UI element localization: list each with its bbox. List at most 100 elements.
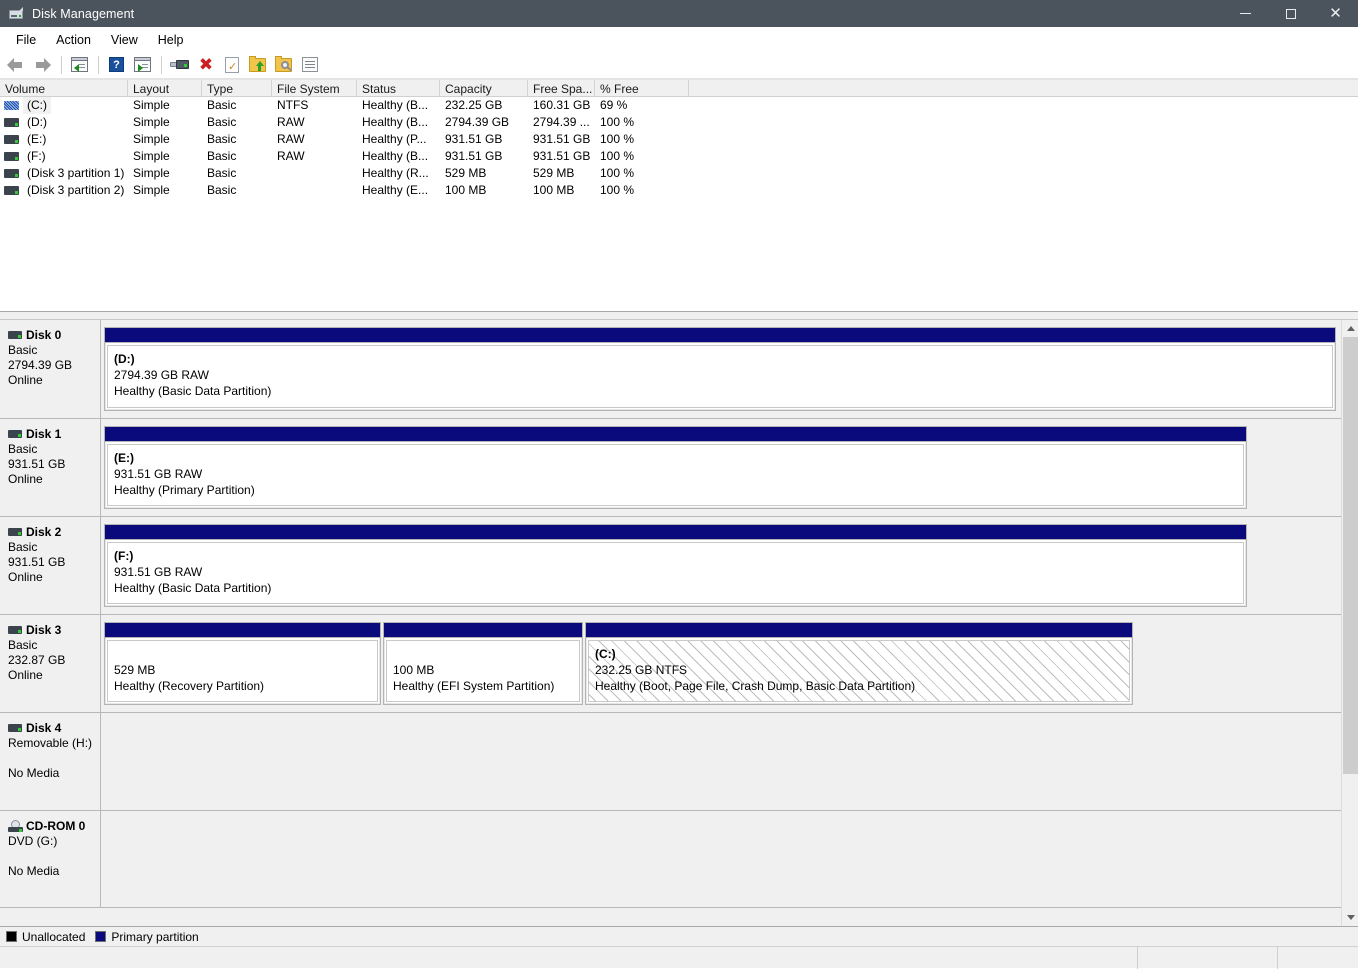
scrollbar-thumb[interactable] [1343,337,1358,774]
caret-up-icon [1346,326,1355,331]
back-button[interactable] [6,54,28,76]
disk-info-disk-0[interactable]: Disk 0 Basic 2794.39 GB Online [0,320,101,418]
disk-info-disk-2[interactable]: Disk 2 Basic 931.51 GB Online [0,517,101,614]
maximize-button[interactable] [1268,0,1313,27]
disk-type-label: Removable (H:) [8,736,93,750]
graphical-view-content: Disk 0 Basic 2794.39 GB Online (D:) 2794.39 G… [0,320,1341,926]
layout-cell: Simple [133,115,170,129]
disk-row[interactable]: CD-ROM 0 DVD (G:) No Media [0,811,1341,908]
disk-row[interactable]: Disk 0 Basic 2794.39 GB Online (D:) 2794.39 G… [0,320,1341,419]
column-header-percent-free[interactable]: % Free [595,80,689,96]
menu-item-help[interactable]: Help [148,30,194,50]
properties-button[interactable]: ✓ [221,54,243,76]
minimize-button[interactable] [1223,0,1268,27]
disk-partitions: (E:) 931.51 GB RAW Healthy (Primary Partit… [101,419,1341,516]
file-system-cell: RAW [277,132,305,146]
column-header-capacity[interactable]: Capacity [440,80,528,96]
disk-title: Disk 3 [8,623,100,637]
disk-state-label: Online [8,373,43,387]
menu-item-file[interactable]: File [6,30,46,50]
delete-button[interactable]: ✖ [195,54,217,76]
disk-row[interactable]: Disk 2 Basic 931.51 GB Online (F:) 931.51 GB … [0,517,1341,615]
layout-cell: Simple [133,98,170,112]
partition-block[interactable]: (F:) 931.51 GB RAW Healthy (Basic Data Par… [104,524,1247,607]
partition-block[interactable]: (C:) 232.25 GB NTFS Healthy (Boot, Page Fi… [585,622,1133,705]
disk-row[interactable]: Disk 4 Removable (H:) No Media [0,713,1341,811]
partition-status: Healthy (Basic Data Partition) [114,384,272,398]
window-title: Disk Management [32,6,135,21]
window-controls: ✕ [1223,0,1358,27]
partition-size: 2794.39 GB RAW [114,368,209,382]
column-header-volume[interactable]: Volume [0,80,128,96]
disk-icon [8,331,22,339]
table-row[interactable]: (F:) Simple Basic RAW Healthy (B... 931.51 GB… [0,148,1358,165]
rescan-disks-button[interactable] [169,54,191,76]
disk-info-disk-3[interactable]: Disk 3 Basic 232.87 GB Online [0,615,101,712]
disk-management-icon [9,6,25,22]
pane-splitter[interactable] [0,311,1358,320]
table-row[interactable]: (Disk 3 partition 1) Simple Basic Healthy (… [0,165,1358,182]
graphical-view-scrollbar[interactable] [1341,320,1358,926]
disk-info-disk-1[interactable]: Disk 1 Basic 931.51 GB Online [0,419,101,516]
close-button[interactable]: ✕ [1313,0,1358,27]
disk-type-label: Basic [8,540,38,554]
partition-name [393,646,579,662]
show-list-view-button[interactable] [299,54,321,76]
find-button[interactable] [273,54,295,76]
disk-state-label: Online [8,570,43,584]
disk-name-label: Disk 0 [26,328,62,342]
find-icon [275,56,293,72]
volume-icon [4,118,19,127]
capacity-cell: 931.51 GB [445,149,503,163]
volume-cell: (D:) [0,114,128,131]
disk-info-cd-rom-0[interactable]: CD-ROM 0 DVD (G:) No Media [0,811,101,907]
disk-size-spacer [8,751,100,766]
disk-partitions [101,713,1341,810]
volume-icon [4,152,19,161]
column-header-layout[interactable]: Layout [128,80,202,96]
disk-partitions: 529 MB Healthy (Recovery Partition) 100 M… [101,615,1341,712]
partition-block[interactable]: (D:) 2794.39 GB RAW Healthy (Basic Data Pa… [104,327,1336,411]
table-row[interactable]: (Disk 3 partition 2) Simple Basic Healthy (… [0,182,1358,199]
partition-status: Healthy (Boot, Page File, Crash Dump, Ba… [595,679,916,693]
partition-details: (F:) 931.51 GB RAW Healthy (Basic Data Par… [107,542,1244,604]
volume-list-pane: Volume Layout Type File System Status Ca… [0,79,1358,311]
scroll-up-button[interactable] [1342,320,1358,337]
column-header-status[interactable]: Status [357,80,440,96]
partition-block[interactable]: 100 MB Healthy (EFI System Partition) [383,622,583,705]
volume-list-header: Volume Layout Type File System Status Ca… [0,79,1358,97]
show-hide-console-tree-button[interactable] [69,54,91,76]
table-row[interactable]: (D:) Simple Basic RAW Healthy (B... 2794.39 G… [0,114,1358,131]
disk-title: Disk 2 [8,525,100,539]
graphical-view-pane: Disk 0 Basic 2794.39 GB Online (D:) 2794.39 G… [0,320,1358,926]
partition-size: 232.25 GB NTFS [595,663,688,677]
table-row[interactable]: (C:) Simple Basic NTFS Healthy (B... 232.25 G… [0,97,1358,114]
table-row[interactable]: (E:) Simple Basic RAW Healthy (P... 931.51 GB… [0,131,1358,148]
column-header-filler [689,80,1358,96]
type-cell: Basic [207,132,237,146]
partition-block[interactable]: 529 MB Healthy (Recovery Partition) [104,622,381,705]
menu-item-view[interactable]: View [101,30,148,50]
disk-row[interactable]: Disk 1 Basic 931.51 GB Online (E:) 931.51 GB … [0,419,1341,517]
export-list-button[interactable] [247,54,269,76]
partition-size: 931.51 GB RAW [114,467,203,481]
type-cell: Basic [207,183,237,197]
volume-cell: (Disk 3 partition 1) [0,165,128,182]
column-header-type[interactable]: Type [202,80,272,96]
column-header-file-system[interactable]: File System [272,80,357,96]
help-button[interactable]: ? [106,54,128,76]
minimize-icon [1240,13,1251,14]
percent-free-cell: 100 % [600,183,635,197]
scroll-down-button[interactable] [1342,909,1358,926]
disk-info-disk-4[interactable]: Disk 4 Removable (H:) No Media [0,713,101,810]
partition-block[interactable]: (E:) 931.51 GB RAW Healthy (Primary Partit… [104,426,1247,509]
menu-item-action[interactable]: Action [46,30,101,50]
disk-row[interactable]: Disk 3 Basic 232.87 GB Online 529 MB Healthy… [0,615,1341,713]
partition-status: Healthy (EFI System Partition) [393,679,555,693]
disk-name-label: Disk 4 [26,721,62,735]
column-header-free-space[interactable]: Free Spa... [528,80,595,96]
forward-button[interactable] [32,54,54,76]
action-menu-button[interactable] [132,54,154,76]
status-cell: Healthy (B... [362,115,429,129]
status-cell: Healthy (B... [362,149,429,163]
